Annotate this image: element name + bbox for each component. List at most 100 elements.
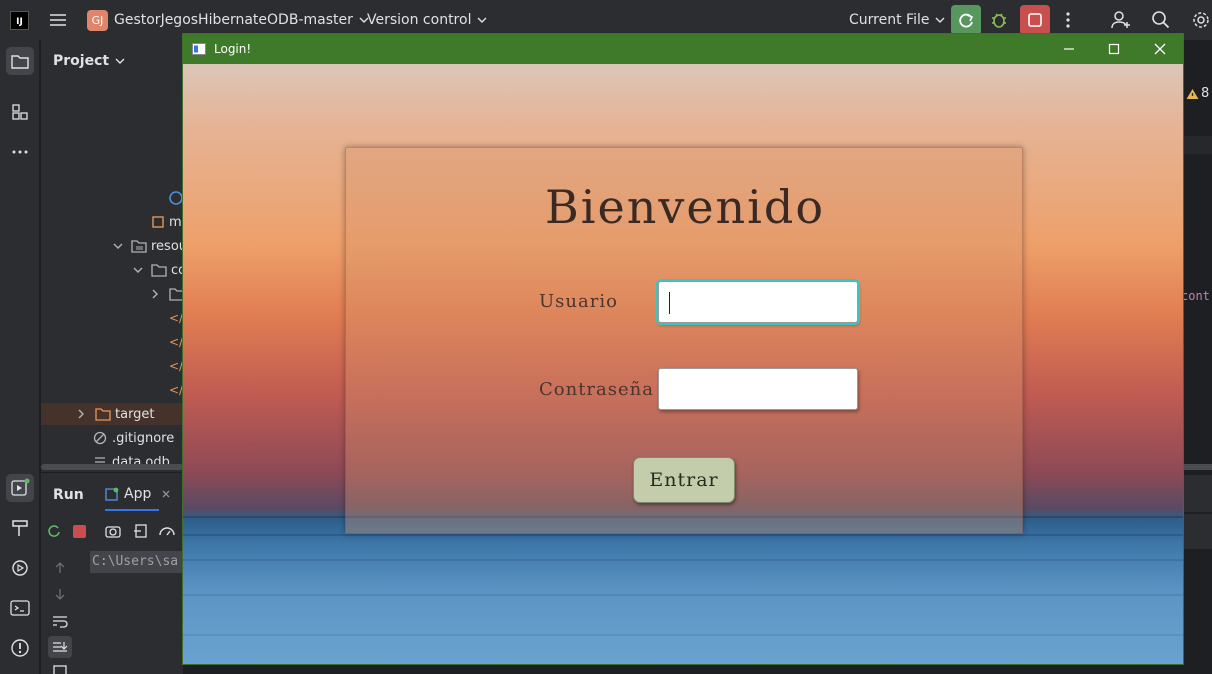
horizontal-scrollbar[interactable] (41, 464, 183, 470)
editor-line-highlight (1183, 136, 1212, 154)
app-run-icon (105, 487, 119, 501)
sea-line (183, 534, 1183, 536)
username-input[interactable] (656, 279, 860, 325)
project-name: GestorJegosHibernateODB-master (114, 12, 353, 28)
tree-item-label: resou (151, 238, 183, 254)
logo-text: IJ (16, 16, 23, 27)
maximize-icon (1108, 43, 1120, 55)
tree-item-resources[interactable]: resou (111, 235, 183, 257)
password-input[interactable] (658, 368, 858, 410)
tree-item-subfolder[interactable] (149, 283, 183, 305)
dashboard-icon[interactable] (158, 523, 176, 539)
project-tool-button[interactable] (6, 47, 34, 75)
tree-item-target[interactable]: target (41, 403, 183, 425)
warning-count: 8 (1201, 86, 1210, 101)
tree-item-label: .gitignore (112, 430, 175, 446)
terminal-tool-button[interactable] (6, 594, 34, 622)
camera-icon[interactable] (105, 523, 121, 539)
login-window-title: Login! (214, 42, 252, 56)
chevron-down-icon (113, 243, 123, 249)
xml-file-icon[interactable]: </ (169, 379, 183, 401)
login-card: Bienvenido Usuario Contraseña Entrar (345, 147, 1023, 534)
stop-icon (1028, 13, 1042, 27)
chevron-down-icon (935, 17, 945, 23)
resources-folder-icon (131, 240, 147, 253)
services-icon (12, 560, 28, 576)
maximize-button[interactable] (1091, 34, 1137, 64)
add-user-icon (1111, 11, 1130, 29)
tree-item-label: target (115, 406, 155, 422)
project-panel-title[interactable]: Project (53, 50, 127, 72)
print-icon[interactable] (52, 664, 68, 674)
chevron-right-icon (78, 409, 84, 419)
run-tab-label[interactable]: Run (53, 487, 84, 503)
xml-file-icon[interactable]: </ (169, 355, 183, 377)
warning-circle-icon (11, 639, 29, 657)
project-panel: Project mo resou co </ </ </ </ target .… (41, 40, 183, 472)
ide-logo[interactable]: IJ (10, 0, 29, 40)
more-tools-button[interactable] (6, 138, 34, 166)
chevron-down-icon (477, 17, 487, 23)
editor-toolbar-strip (1183, 514, 1212, 550)
tree-item-co[interactable]: co (131, 259, 183, 281)
active-tab-indicator (105, 509, 159, 511)
editor-scrollbar[interactable] (1183, 464, 1212, 470)
gear-icon (1193, 12, 1209, 28)
xml-file-icon[interactable]: </ (169, 307, 183, 329)
run-panel: Run App C:\Users\sa (41, 472, 183, 674)
login-background: Bienvenido Usuario Contraseña Entrar (183, 64, 1183, 664)
run-tool-button[interactable] (6, 474, 34, 502)
run-config-label: Current File (849, 12, 930, 28)
project-title-label: Project (53, 53, 110, 69)
tree-item-label: mo (169, 214, 183, 230)
rerun-icon[interactable] (46, 523, 62, 539)
main-menu-button[interactable] (48, 0, 68, 40)
code-fragment: cont (1181, 289, 1210, 303)
scroll-to-end-button[interactable] (48, 636, 72, 658)
tree-item-class[interactable] (169, 187, 183, 209)
folder-icon (151, 264, 167, 277)
close-icon[interactable] (160, 488, 172, 500)
tree-item-mo[interactable]: mo (151, 211, 183, 233)
exit-icon[interactable] (133, 523, 149, 539)
scroll-to-end-icon (53, 642, 68, 652)
username-label: Usuario (539, 291, 618, 312)
class-icon (169, 191, 183, 205)
sea-line (183, 634, 1183, 636)
more-horizontal-icon (12, 150, 28, 154)
problems-tool-button[interactable] (6, 634, 34, 662)
minimize-icon (1064, 48, 1074, 50)
more-vertical-icon (1066, 12, 1070, 28)
chevron-right-icon (152, 289, 158, 299)
build-tool-button[interactable] (6, 514, 34, 542)
vcs-label: Version control (367, 12, 472, 28)
enter-button[interactable]: Entrar (633, 457, 735, 503)
chevron-down-icon (133, 267, 143, 273)
services-tool-button[interactable] (6, 554, 34, 582)
stop-icon[interactable] (73, 525, 86, 538)
text-caret (669, 292, 670, 314)
folder-icon (11, 55, 29, 69)
tree-item-gitignore[interactable]: .gitignore (93, 427, 174, 449)
arrow-down-icon[interactable] (53, 587, 67, 601)
folder-icon (169, 288, 183, 301)
run-tool-icon (11, 478, 30, 496)
settings-button[interactable] (1191, 0, 1211, 40)
arrow-up-icon[interactable] (53, 561, 67, 575)
login-window: Login! Bienvenido Usuario Contraseña Ent… (182, 33, 1184, 665)
app-tab[interactable]: App (105, 486, 172, 502)
xml-file-icon[interactable]: </ (169, 331, 183, 353)
login-titlebar[interactable]: Login! (183, 34, 1183, 64)
hammer-icon (12, 520, 28, 536)
bug-icon (992, 13, 1006, 28)
warnings-indicator[interactable]: 8 (1186, 86, 1209, 101)
soft-wrap-icon[interactable] (52, 614, 68, 628)
structure-tool-button[interactable] (6, 98, 34, 126)
java-window-icon (192, 43, 206, 55)
close-button[interactable] (1137, 34, 1183, 64)
editor-sliver: 8 cont (1181, 40, 1212, 674)
minimize-button[interactable] (1046, 34, 1092, 64)
intellij-logo-icon: IJ (10, 10, 29, 30)
search-icon (1152, 11, 1170, 29)
file-icon (152, 216, 164, 228)
